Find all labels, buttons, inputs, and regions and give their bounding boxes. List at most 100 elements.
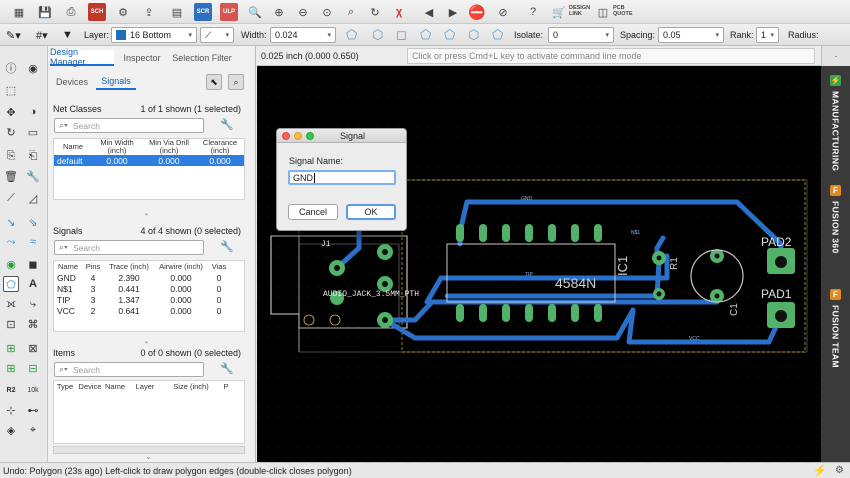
schematic-switch-icon[interactable]: SCH xyxy=(88,3,106,21)
table-row[interactable]: TIP 3 1.347 0.000 0 xyxy=(54,294,244,305)
pour-cutout-icon[interactable]: ◻ xyxy=(396,26,407,44)
column-header[interactable]: Trace (inch) xyxy=(104,262,154,271)
rank-select[interactable]: 1 ▾ xyxy=(756,26,779,44)
splitter-handle[interactable]: • xyxy=(145,338,148,347)
circle-icon[interactable]: ⌘ xyxy=(25,316,41,332)
rect-icon[interactable]: ⊡ xyxy=(3,316,19,332)
column-header[interactable]: Name xyxy=(54,143,92,151)
column-header[interactable]: Clearance (inch) xyxy=(196,139,244,155)
minimize-icon[interactable] xyxy=(294,132,302,140)
net-classes-search[interactable]: ⌕▾ Search xyxy=(54,118,204,133)
value-icon[interactable]: 10k xyxy=(25,382,41,398)
print-icon[interactable]: ⎙ xyxy=(62,3,80,21)
redraw-icon[interactable]: ↻ xyxy=(366,3,384,21)
redo-icon[interactable]: ▶ xyxy=(444,3,462,21)
subtab-signals[interactable]: Signals xyxy=(96,74,136,90)
arc-icon[interactable]: ⤷ xyxy=(25,296,41,312)
spacing-select[interactable]: 0.05 ▾ xyxy=(658,26,724,44)
erc-icon[interactable]: ⊠ xyxy=(25,340,41,356)
column-header[interactable]: Name xyxy=(104,382,126,391)
stop-icon[interactable]: ⛔ xyxy=(468,3,486,21)
route-icon[interactable]: ↘ xyxy=(3,214,19,230)
info-icon[interactable]: ⓘ xyxy=(3,60,19,76)
radius-field[interactable]: · xyxy=(821,46,850,66)
table-row[interactable]: default 0.000 0.000 0.000 xyxy=(54,155,244,166)
dialog-titlebar[interactable]: Signal xyxy=(277,129,406,143)
wire-bend-select[interactable]: ⟋ ▾ xyxy=(200,26,234,44)
zoom-out-icon[interactable]: ⊖ xyxy=(294,3,312,21)
column-header[interactable]: Device xyxy=(76,382,104,391)
help-icon[interactable]: ? xyxy=(524,3,542,21)
subtab-devices[interactable]: Devices xyxy=(54,74,90,90)
column-header[interactable]: Name xyxy=(54,262,82,271)
column-header[interactable]: Type xyxy=(54,382,76,391)
tab-selection-filter[interactable]: Selection Filter xyxy=(170,50,234,66)
dock-tab-fusion-team[interactable]: F FUSION TEAM xyxy=(821,284,850,368)
via-icon[interactable]: ◉ xyxy=(3,256,19,272)
ripup-icon[interactable]: ⤳ xyxy=(3,234,19,250)
column-header[interactable]: Vias xyxy=(208,262,230,271)
select-signal-icon[interactable]: ⬉ xyxy=(206,74,222,90)
delete-icon[interactable]: 🗑 xyxy=(3,168,19,184)
zoom-icon[interactable] xyxy=(306,132,314,140)
smash-icon[interactable]: ◈ xyxy=(3,422,19,438)
splitter-handle[interactable]: • xyxy=(145,210,148,219)
settings-icon[interactable]: ⚙ xyxy=(835,465,844,476)
pcb-quote-label[interactable]: PCB QUOTE xyxy=(613,5,633,17)
split-icon[interactable]: ⟋ xyxy=(3,190,19,206)
mirror-icon[interactable]: ◑ xyxy=(25,104,41,120)
collapse-chevron-icon[interactable]: ⌄ xyxy=(145,452,152,461)
table-row[interactable]: N$1 3 0.441 0.000 0 xyxy=(54,283,244,294)
align-icon[interactable]: ▭ xyxy=(25,124,41,140)
column-header[interactable]: Min Width (inch) xyxy=(92,139,142,155)
zoom-signal-icon[interactable]: ⌕ xyxy=(228,74,244,90)
undo-icon[interactable]: ◀ xyxy=(420,3,438,21)
r2-icon[interactable]: R2 xyxy=(3,382,19,398)
wrench-icon[interactable]: 🔧 xyxy=(220,240,234,253)
tab-inspector[interactable]: Inspector xyxy=(118,50,166,66)
hole-icon[interactable]: ◼ xyxy=(25,256,41,272)
cam-icon[interactable]: ⚙ xyxy=(114,3,132,21)
cancel-button[interactable]: Cancel xyxy=(288,204,338,220)
isolate-select[interactable]: 0 ▾ xyxy=(548,26,614,44)
ratsnest-icon[interactable]: χ xyxy=(390,3,408,21)
dimension-icon[interactable]: ⊷ xyxy=(25,402,41,418)
script-button[interactable]: SCR xyxy=(194,3,212,21)
grid-icon[interactable]: ▦ xyxy=(10,3,28,21)
rotate-icon[interactable]: ↻ xyxy=(3,124,19,140)
ok-button[interactable]: OK xyxy=(346,204,396,220)
library-icon[interactable]: ▤ xyxy=(168,3,186,21)
select-icon[interactable]: ⬚ xyxy=(3,82,19,98)
show-icon[interactable]: ◉ xyxy=(25,60,41,76)
pcb-quote-icon[interactable]: ◫ xyxy=(594,3,612,21)
miter-icon[interactable]: ◿ xyxy=(25,190,41,206)
grid-menu-icon[interactable]: #▾ xyxy=(36,26,48,44)
signals-search[interactable]: ⌕▾ Search xyxy=(54,240,204,255)
items-search[interactable]: ⌕▾ Search xyxy=(54,362,204,377)
optimize-icon[interactable]: ≈ xyxy=(25,234,41,250)
drc-icon[interactable]: ⊞ xyxy=(3,340,19,356)
command-line-input[interactable]: Click or press Cmd+L key to activate com… xyxy=(407,47,815,64)
wrench-icon[interactable]: 🔧 xyxy=(220,362,234,375)
board-canvas[interactable]: 0.025 inch (0.000 0.650) Click or press … xyxy=(257,46,821,462)
pour-options-icon[interactable]: ⬠ xyxy=(492,26,503,44)
dock-tab-fusion-360[interactable]: F FUSION 360 xyxy=(821,180,850,254)
zoom-select-icon[interactable]: ⊙ xyxy=(318,3,336,21)
design-link-label[interactable]: DESIGN LINK xyxy=(569,5,590,17)
export-icon[interactable]: ⇪ xyxy=(140,3,158,21)
copy-icon[interactable]: ⎘ xyxy=(3,148,19,164)
change-icon[interactable]: 🔧 xyxy=(25,168,41,184)
table-row[interactable]: GND 4 2.390 0.000 0 xyxy=(54,272,244,283)
polygon-icon[interactable]: ⬠ xyxy=(3,276,19,292)
zoom-area-icon[interactable]: ⌕ xyxy=(342,3,360,21)
wrench-icon[interactable]: 🔧 xyxy=(220,118,234,131)
ulp-button[interactable]: ULP xyxy=(220,3,238,21)
width-select[interactable]: 0.024 ▾ xyxy=(270,26,336,44)
attribute-icon[interactable]: ⊹ xyxy=(3,402,19,418)
orphans-icon[interactable]: ⬠ xyxy=(420,26,431,44)
column-header[interactable]: Size (inch) xyxy=(164,382,218,391)
ratsnest-tool-icon[interactable]: ⊞ xyxy=(3,360,19,376)
column-header[interactable]: P xyxy=(218,382,234,391)
save-icon[interactable]: 💾 xyxy=(36,3,54,21)
column-header[interactable]: Layer xyxy=(126,382,164,391)
